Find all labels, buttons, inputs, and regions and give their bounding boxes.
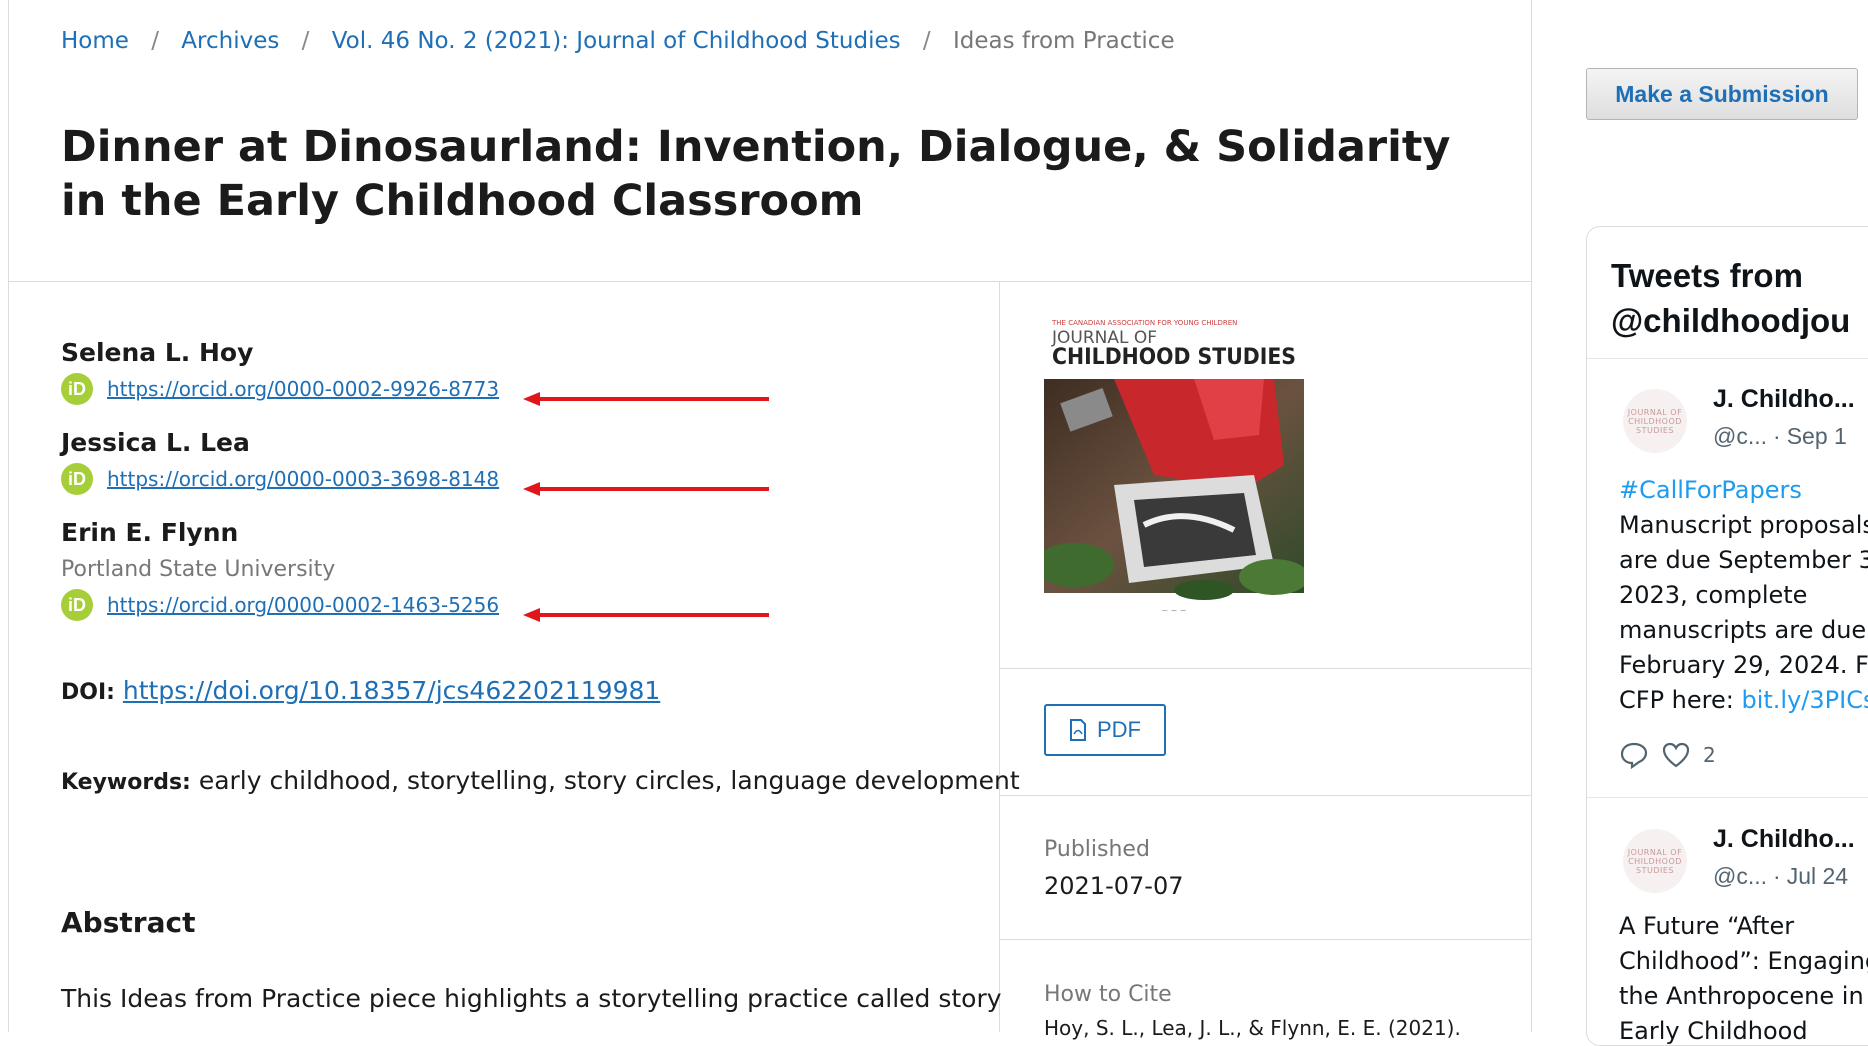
cover-journal-line2: CHILDHOOD STUDIES bbox=[1052, 345, 1296, 370]
arrow-left-annotation bbox=[523, 608, 769, 622]
tweet-date[interactable]: Jul 24 bbox=[1787, 863, 1848, 889]
breadcrumb-home[interactable]: Home bbox=[61, 28, 129, 54]
sidebar-divider bbox=[1000, 939, 1532, 940]
tweet-line: February 29, 2024. Fu bbox=[1619, 651, 1868, 679]
like-count: 2 bbox=[1703, 743, 1716, 767]
doi-label: DOI: bbox=[61, 680, 115, 705]
tweet-line: Early Childhood bbox=[1619, 1017, 1808, 1045]
tweets-title-handle: @childhoodjou bbox=[1611, 302, 1851, 339]
tweet-actions: 2 bbox=[1619, 741, 1716, 769]
tweet-handle-text[interactable]: @c... bbox=[1713, 863, 1767, 889]
keywords-label: Keywords: bbox=[61, 770, 191, 795]
header-divider bbox=[9, 281, 1532, 282]
cover-small-text: THE CANADIAN ASSOCIATION FOR YOUNG CHILD… bbox=[1051, 319, 1237, 327]
tweet-line: Childhood”: Engaging bbox=[1619, 947, 1868, 975]
citation-text: Hoy, S. L., Lea, J. L., & Flynn, E. E. (… bbox=[1044, 1016, 1461, 1040]
arrow-left-annotation bbox=[523, 392, 769, 406]
tweet-line: manuscripts are due bbox=[1619, 616, 1867, 644]
keywords: Keywords: early childhood, storytelling,… bbox=[61, 766, 1020, 795]
tweet-author-name[interactable]: J. Childho... bbox=[1713, 825, 1855, 854]
author-name: Jessica L. Lea bbox=[61, 428, 250, 457]
tweet-line: CFP here: bbox=[1619, 686, 1742, 714]
doi: DOI: https://doi.org/10.18357/jcs4622021… bbox=[61, 676, 660, 705]
reply-icon[interactable] bbox=[1619, 741, 1649, 769]
article-title: Dinner at Dinosaurland: Invention, Dialo… bbox=[61, 122, 1451, 226]
tweet-line: Manuscript proposals bbox=[1619, 511, 1868, 539]
tweet-line: are due September 3 bbox=[1619, 546, 1868, 574]
author-orcid: iD https://orcid.org/0000-0003-3698-8148 bbox=[61, 463, 499, 495]
keywords-value: early childhood, storytelling, story cir… bbox=[198, 766, 1020, 795]
breadcrumb-separator: / bbox=[301, 28, 310, 54]
tweet-body: #CallForPapers Manuscript proposals are … bbox=[1619, 473, 1868, 718]
sidebar-divider bbox=[1000, 668, 1532, 669]
breadcrumb: Home / Archives / Vol. 46 No. 2 (2021): … bbox=[61, 28, 1175, 54]
tweet-line: the Anthropocene in bbox=[1619, 982, 1864, 1010]
doi-link[interactable]: https://doi.org/10.18357/jcs462202119981 bbox=[123, 676, 660, 705]
how-to-cite-label: How to Cite bbox=[1044, 982, 1172, 1007]
breadcrumb-separator: / bbox=[151, 28, 159, 54]
heart-icon[interactable] bbox=[1661, 741, 1691, 769]
twitter-timeline[interactable]: Tweets from @childhoodjou JOURNAL OF CHI… bbox=[1586, 226, 1868, 1046]
issue-cover-image[interactable]: THE CANADIAN ASSOCIATION FOR YOUNG CHILD… bbox=[1044, 315, 1304, 625]
tweet-handle: @c... · Sep 1 bbox=[1713, 423, 1847, 449]
tweet-avatar[interactable]: JOURNAL OF CHILDHOOD STUDIES bbox=[1623, 829, 1687, 893]
breadcrumb-separator: / bbox=[922, 28, 931, 54]
pdf-download-button[interactable]: PDF bbox=[1044, 704, 1166, 756]
author-name: Selena L. Hoy bbox=[61, 338, 254, 367]
author-orcid: iD https://orcid.org/0000-0002-1463-5256 bbox=[61, 589, 499, 621]
orcid-icon: iD bbox=[61, 463, 93, 495]
tweets-title: Tweets from @childhoodjou bbox=[1611, 253, 1850, 343]
tweet-body: A Future “After Childhood”: Engaging the… bbox=[1619, 909, 1868, 1045]
tweet-link[interactable]: bit.ly/3PICs bbox=[1741, 686, 1868, 714]
tweet-avatar[interactable]: JOURNAL OF CHILDHOOD STUDIES bbox=[1623, 389, 1687, 453]
pdf-file-icon bbox=[1070, 719, 1086, 741]
tweet-handle-text[interactable]: @c... bbox=[1713, 423, 1767, 449]
author-orcid: iD https://orcid.org/0000-0002-9926-8773 bbox=[61, 373, 499, 405]
pdf-label: PDF bbox=[1097, 717, 1141, 742]
published-date: 2021-07-07 bbox=[1044, 872, 1184, 900]
svg-text:~ ~ ~: ~ ~ ~ bbox=[1161, 606, 1186, 615]
tweet-hashtag[interactable]: #CallForPapers bbox=[1619, 476, 1802, 504]
sidebar-divider bbox=[1000, 795, 1532, 796]
breadcrumb-issue[interactable]: Vol. 46 No. 2 (2021): Journal of Childho… bbox=[332, 28, 901, 54]
arrow-left-annotation bbox=[523, 482, 769, 496]
tweet-line: 2023, complete bbox=[1619, 581, 1808, 609]
tweet-divider bbox=[1587, 358, 1868, 359]
tweet-author-name[interactable]: J. Childho... bbox=[1713, 385, 1855, 414]
tweet-divider bbox=[1587, 797, 1868, 798]
orcid-icon: iD bbox=[61, 373, 93, 405]
tweet-line: A Future “After bbox=[1619, 912, 1795, 940]
breadcrumb-archives[interactable]: Archives bbox=[181, 28, 279, 54]
orcid-icon: iD bbox=[61, 589, 93, 621]
make-submission-button[interactable]: Make a Submission bbox=[1586, 68, 1858, 120]
tweet-handle: @c... · Jul 24 bbox=[1713, 863, 1849, 889]
tweets-title-line1: Tweets from bbox=[1611, 257, 1803, 294]
column-divider bbox=[999, 282, 1000, 1032]
author-affiliation: Portland State University bbox=[61, 557, 336, 582]
abstract-heading: Abstract bbox=[61, 906, 196, 939]
breadcrumb-current: Ideas from Practice bbox=[952, 28, 1175, 54]
abstract-text: This Ideas from Practice piece highlight… bbox=[61, 984, 1002, 1013]
main-content: Home / Archives / Vol. 46 No. 2 (2021): … bbox=[8, 0, 1532, 1040]
orcid-link[interactable]: https://orcid.org/0000-0002-9926-8773 bbox=[107, 377, 499, 401]
orcid-link[interactable]: https://orcid.org/0000-0002-1463-5256 bbox=[107, 593, 499, 617]
tweet-date[interactable]: Sep 1 bbox=[1787, 423, 1847, 449]
published-label: Published bbox=[1044, 837, 1150, 862]
author-name: Erin E. Flynn bbox=[61, 518, 239, 547]
orcid-link[interactable]: https://orcid.org/0000-0003-3698-8148 bbox=[107, 467, 499, 491]
